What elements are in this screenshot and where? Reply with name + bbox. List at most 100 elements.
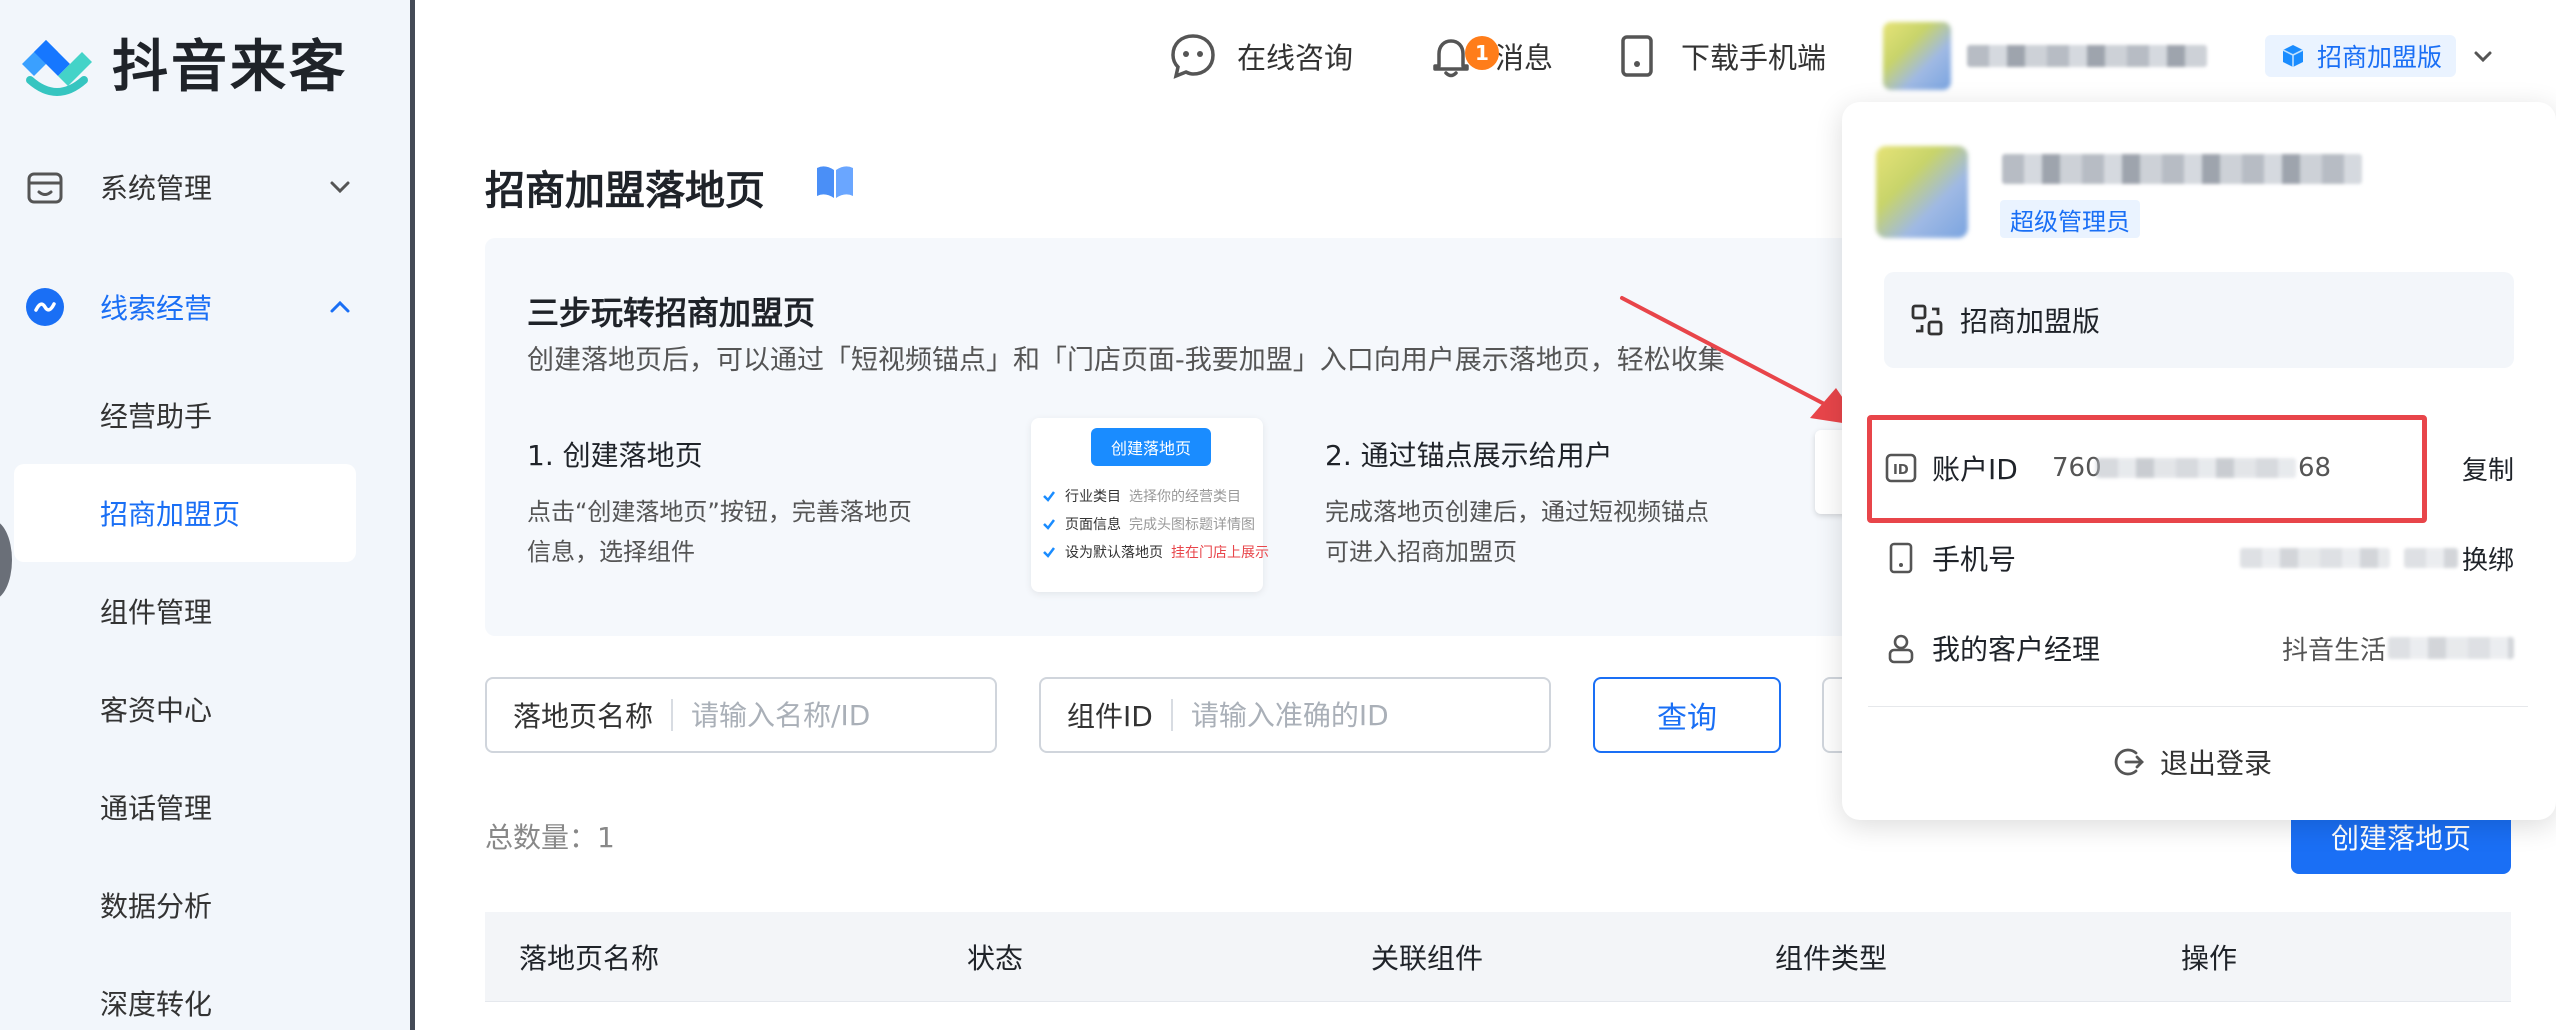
illustration-row: 页面信息 完成头图标题详情图 xyxy=(1041,514,1255,534)
chevron-up-icon xyxy=(330,300,350,313)
step-2-title: 2. 通过锚点展示给用户 xyxy=(1325,439,1613,472)
copy-account-id-button[interactable]: 复制 xyxy=(2462,450,2514,487)
illustration-row: 设为默认落地页 挂在门店上展示 xyxy=(1041,542,1269,562)
douyin-laike-logo-icon xyxy=(22,39,92,96)
component-id-input[interactable] xyxy=(1190,698,1471,732)
dropdown-avatar xyxy=(1876,146,1968,238)
chevron-down-icon xyxy=(2474,51,2492,63)
plan-tag-label: 招商加盟版 xyxy=(2317,43,2443,72)
filter-separator xyxy=(671,699,674,731)
account-id-highlight xyxy=(1867,415,2427,523)
download-app-button[interactable]: 下载手机端 xyxy=(1611,0,1826,112)
create-page-illustration: 创建落地页 行业类目 选择你的经营类目 页面信息 完成头图标题详情图 设为默认落… xyxy=(1031,418,1269,592)
mobile-phone-icon xyxy=(1621,35,1653,77)
guide-book-icon[interactable] xyxy=(813,162,857,202)
menu-group-system[interactable]: 系统管理 xyxy=(0,142,410,232)
brand-logo[interactable]: 抖音来客 xyxy=(16,22,348,103)
illustration-row: 行业类目 选择你的经营类目 xyxy=(1041,486,1241,506)
download-label: 下载手机端 xyxy=(1681,41,1827,75)
brand-name: 抖音来客 xyxy=(112,35,348,100)
mobile-phone-icon xyxy=(1889,542,1913,574)
column-header-actions: 操作 xyxy=(2181,942,2238,975)
sidebar-item-call-management[interactable]: 通话管理 xyxy=(0,758,410,856)
leads-icon xyxy=(26,288,64,326)
logout-label: 退出登录 xyxy=(2160,747,2273,780)
filter-separator xyxy=(1170,699,1173,731)
landing-page-name-input[interactable] xyxy=(691,698,972,732)
logout-button[interactable]: 退出登录 xyxy=(2112,742,2272,782)
plan-switch-row[interactable]: 招商加盟版 xyxy=(1884,272,2514,368)
sidebar-item-customer-center[interactable]: 客资中心 xyxy=(0,660,410,758)
online-consult-button[interactable]: 在线咨询 xyxy=(1167,0,1353,112)
account-menu-trigger[interactable]: 招商加盟版 xyxy=(1883,0,2496,112)
page-title: 招商加盟落地页 xyxy=(485,168,765,214)
plan-name: 招商加盟版 xyxy=(1960,305,2101,338)
chevron-down-icon xyxy=(330,181,350,194)
query-button[interactable]: 查询 xyxy=(1593,677,1781,753)
table-header: 落地页名称 状态 关联组件 组件类型 操作 xyxy=(485,912,2511,1002)
blurred-username xyxy=(1967,45,2207,67)
messages-button[interactable]: 1 消息 xyxy=(1425,0,1553,112)
sidebar-item-label: 客资中心 xyxy=(100,694,213,727)
column-header-name: 落地页名称 xyxy=(519,942,660,975)
menu-group-label: 系统管理 xyxy=(100,172,213,205)
annotation-arrow xyxy=(1620,296,1862,426)
check-icon xyxy=(1043,519,1055,530)
check-icon xyxy=(1043,491,1055,502)
switch-plan-icon xyxy=(1911,304,1943,336)
column-header-status: 状态 xyxy=(967,942,1024,975)
column-header-component-type: 组件类型 xyxy=(1775,942,1888,975)
sidebar-item-business-assistant[interactable]: 经营助手 xyxy=(0,366,410,464)
sidebar-item-label: 通话管理 xyxy=(100,792,213,825)
blurred-account-name xyxy=(2002,154,2362,184)
blurred-phone-number xyxy=(2404,548,2458,568)
component-id-filter[interactable]: 组件ID xyxy=(1039,677,1551,753)
sidebar-item-label: 组件管理 xyxy=(100,596,213,629)
illustration-create-button: 创建落地页 xyxy=(1091,428,1211,466)
step-2-description: 完成落地页创建后，通过短视频锚点可进入招商加盟页 xyxy=(1325,498,1709,566)
filter-label: 落地页名称 xyxy=(513,700,654,733)
landing-page-name-filter[interactable]: 落地页名称 xyxy=(485,677,997,753)
column-header-component: 关联组件 xyxy=(1371,942,1484,975)
sidebar: 抖音来客 系统管理 线索经营 经营助手 招商加盟页 组件管理 客资中心 通话管理… xyxy=(0,0,410,1030)
chat-bubble-icon xyxy=(1171,34,1215,79)
account-manager-name: 抖音生活 xyxy=(2282,635,2387,666)
sidebar-item-franchise-page[interactable]: 招商加盟页 xyxy=(14,464,356,562)
store-icon xyxy=(27,172,63,204)
phone-row: 手机号 换绑 xyxy=(1884,528,2514,588)
sidebar-item-label: 深度转化 xyxy=(100,988,213,1021)
rebind-phone-button[interactable]: 换绑 xyxy=(2462,540,2514,577)
total-count: 总数量：1 xyxy=(485,821,615,854)
guide-title: 三步玩转招商加盟页 xyxy=(527,294,816,332)
role-badge: 超级管理员 xyxy=(2000,200,2140,238)
filter-label: 组件ID xyxy=(1067,700,1153,733)
sidebar-item-component-management[interactable]: 组件管理 xyxy=(0,562,410,660)
guide-description: 创建落地页后，可以通过「短视频锚点」和「门店页面-我要加盟」入口向用户展示落地页… xyxy=(527,345,1725,376)
plan-tag: 招商加盟版 xyxy=(2265,35,2457,77)
cube-icon xyxy=(2282,45,2304,67)
menu-group-leads[interactable]: 线索经营 xyxy=(0,262,410,352)
account-manager-label: 我的客户经理 xyxy=(1932,633,2101,666)
step-1-description: 点击“创建落地页”按钮，完善落地页信息，选择组件 xyxy=(527,498,912,566)
blurred-phone-number xyxy=(2240,548,2390,568)
blurred-manager-name xyxy=(2388,637,2514,659)
check-icon xyxy=(1043,547,1055,558)
top-header: 在线咨询 1 消息 下载手机端 招商加盟版 xyxy=(415,0,2556,112)
sidebar-item-deep-conversion[interactable]: 深度转化 xyxy=(0,954,410,1030)
consult-label: 在线咨询 xyxy=(1237,41,1354,75)
logout-icon xyxy=(2114,748,2144,776)
message-count-badge: 1 xyxy=(1465,36,1499,70)
dropdown-divider xyxy=(1868,706,2528,707)
phone-label: 手机号 xyxy=(1932,543,2017,576)
account-manager-row: 我的客户经理 抖音生活 xyxy=(1884,618,2514,678)
step-1-title: 1. 创建落地页 xyxy=(527,439,703,472)
account-dropdown: 超级管理员 招商加盟版 ID 账户ID 760 68 复制 手机号 换绑 我的客… xyxy=(1842,102,2556,820)
sidebar-item-label: 数据分析 xyxy=(100,890,213,923)
sidebar-item-label: 招商加盟页 xyxy=(100,498,241,531)
person-icon xyxy=(1888,634,1914,664)
sidebar-item-data-analysis[interactable]: 数据分析 xyxy=(0,856,410,954)
messages-label: 消息 xyxy=(1495,41,1554,75)
menu-group-label: 线索经营 xyxy=(100,292,213,325)
user-avatar xyxy=(1883,22,1951,90)
sidebar-item-label: 经营助手 xyxy=(100,400,213,433)
